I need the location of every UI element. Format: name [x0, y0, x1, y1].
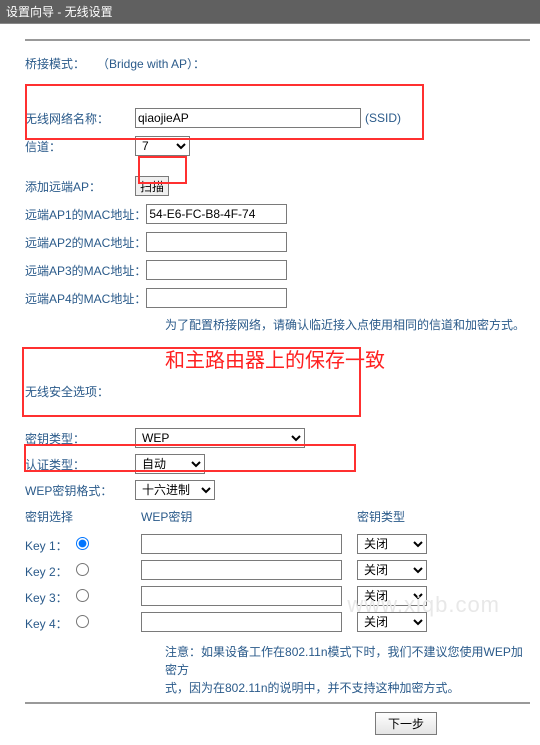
key4-name: Key 4： [25, 617, 68, 631]
key2-radio[interactable] [76, 563, 89, 576]
col-select: 密钥选择 [25, 506, 141, 531]
remote-ap4-label: 远端AP4的MAC地址： [25, 290, 146, 307]
channel-label: 信道： [25, 138, 135, 155]
divider-bottom [25, 702, 530, 704]
remote-ap1-input[interactable] [146, 204, 287, 224]
bridge-mode-label: 桥接模式： [25, 55, 85, 72]
note-line2: 式，因为在802.11n的说明中，并不支持这种加密方式。 [165, 681, 460, 695]
remote-ap3-label: 远端AP3的MAC地址： [25, 262, 146, 279]
key-row-2: Key 2： 关闭 [25, 557, 433, 583]
wep-format-label: WEP密钥格式： [25, 482, 135, 499]
key4-input[interactable] [141, 612, 342, 632]
remote-ap2-input[interactable] [146, 232, 287, 252]
window-title: 设置向导 - 无线设置 [0, 0, 540, 24]
add-remote-label: 添加远端AP： [25, 178, 135, 195]
key2-input[interactable] [141, 560, 342, 580]
key1-type-select[interactable]: 关闭 [357, 534, 427, 554]
key1-name: Key 1： [25, 539, 68, 553]
key3-radio[interactable] [76, 589, 89, 602]
key3-name: Key 3： [25, 591, 68, 605]
remote-ap4-input[interactable] [146, 288, 287, 308]
highlight-box-4 [24, 444, 356, 472]
bridge-mode-value: （Bridge with AP）： [97, 55, 205, 72]
highlight-box-3 [22, 347, 361, 417]
key2-type-select[interactable]: 关闭 [357, 560, 427, 580]
key1-input[interactable] [141, 534, 342, 554]
next-button[interactable]: 下一步 [375, 712, 437, 735]
highlight-box-1 [25, 84, 424, 140]
note-line1: 如果设备工作在802.11n模式下时，我们不建议您使用WEP加密方 [165, 645, 523, 677]
col-key: WEP密钥 [141, 506, 357, 531]
remote-note: 为了配置桥接网络，请确认临近接入点使用相同的信道和加密方式。 [165, 316, 530, 334]
key1-radio[interactable] [76, 537, 89, 550]
remote-ap2-label: 远端AP2的MAC地址： [25, 234, 146, 251]
highlight-box-2 [138, 156, 187, 184]
col-type: 密钥类型 [357, 506, 433, 531]
wep-format-select[interactable]: 十六进制 [135, 480, 215, 500]
key4-radio[interactable] [76, 615, 89, 628]
key3-input[interactable] [141, 586, 342, 606]
remote-ap3-input[interactable] [146, 260, 287, 280]
note-label: 注意： [165, 645, 201, 659]
remote-ap1-label: 远端AP1的MAC地址： [25, 206, 146, 223]
key-row-1: Key 1： 关闭 [25, 531, 433, 557]
key2-name: Key 2： [25, 565, 68, 579]
watermark: www.xiqb.com [347, 592, 500, 618]
